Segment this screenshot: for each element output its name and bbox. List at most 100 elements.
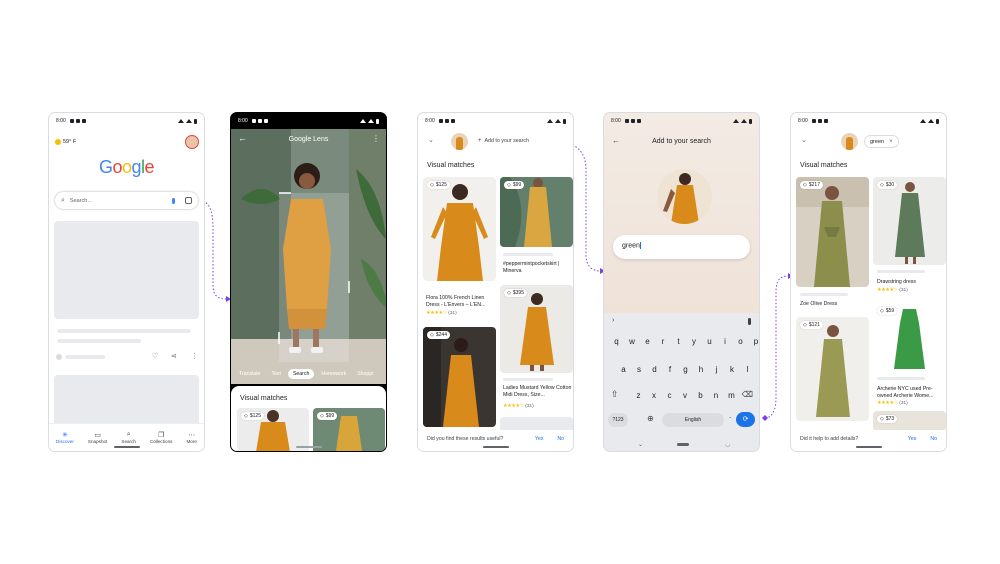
refinement-chip[interactable]: green ×	[864, 135, 899, 148]
key-w[interactable]: w	[626, 335, 639, 349]
nav-search[interactable]: ⌕ Search	[121, 431, 136, 444]
results-sheet[interactable]: Visual matches ◇ $125 ◇ $99	[231, 386, 386, 451]
query-thumbnail[interactable]	[841, 133, 858, 150]
tag-icon: ◇	[880, 182, 884, 188]
symbols-key[interactable]: ?123	[608, 413, 628, 427]
tab-homework[interactable]: Homework	[317, 369, 350, 379]
key-t[interactable]: t	[672, 335, 685, 349]
key-r[interactable]: r	[657, 335, 670, 349]
globe-icon[interactable]: ⊕	[647, 414, 654, 423]
result-caption[interactable]: Archerie NYC used Pre-owned Archerie Wom…	[877, 386, 946, 399]
result-caption[interactable]: Flora 100% French Linen Dress - L'Envers…	[426, 295, 496, 308]
lens-icon[interactable]	[185, 197, 192, 204]
chevron-down-icon[interactable]: ⌄	[428, 136, 434, 144]
search-key[interactable]: ⟳	[736, 412, 755, 427]
price-tag: ◇ $99	[317, 412, 338, 420]
close-icon[interactable]: ×	[889, 139, 893, 145]
mic-icon[interactable]	[172, 197, 175, 204]
add-details-input[interactable]: green	[613, 235, 750, 259]
nav-discover[interactable]: ✳ Discover	[56, 431, 74, 444]
feedback-no-button[interactable]: No	[557, 436, 564, 442]
nav-back-icon[interactable]: ⌄	[638, 441, 643, 448]
result-caption[interactable]: Ladies Mustard Yellow Cotton Midi Dress,…	[503, 385, 573, 398]
nav-snapshot[interactable]: ▭ Snapshot	[88, 431, 107, 444]
key-k[interactable]: k	[726, 363, 739, 377]
key-j[interactable]: j	[710, 363, 723, 377]
shift-key[interactable]: ⇧	[611, 389, 619, 400]
share-icon[interactable]: ⋖	[171, 352, 177, 360]
result-card-image[interactable]: ◇ $244	[423, 327, 496, 427]
chevron-right-icon[interactable]: ›	[612, 317, 614, 324]
search-icon: ⌕	[61, 196, 65, 204]
nav-label: Snapshot	[87, 439, 108, 444]
result-thumb[interactable]: ◇ $99	[313, 408, 385, 451]
period-key[interactable]: .	[729, 411, 731, 420]
nav-more[interactable]: ⋯ More	[186, 431, 196, 444]
key-x[interactable]: x	[648, 389, 661, 403]
key-p[interactable]: p	[750, 335, 760, 349]
key-c[interactable]: c	[663, 389, 676, 403]
feedback-yes-button[interactable]: Yes	[535, 436, 543, 442]
result-card-image[interactable]: ◇ $395	[500, 285, 573, 373]
key-d[interactable]: d	[648, 363, 661, 377]
more-vert-icon[interactable]: ⋮	[191, 352, 198, 360]
rating-stars: ★★★★☆	[503, 403, 524, 409]
keyboard: › qwertyuiop asdfghjkl zxcvbnm ⇧ ⌫ ?123 …	[604, 313, 759, 451]
result-card-image[interactable]: ◇ $121	[796, 317, 869, 421]
weather-widget[interactable]: 59° F	[55, 139, 76, 145]
key-b[interactable]: b	[694, 389, 707, 403]
price: $59	[885, 308, 895, 314]
backspace-key[interactable]: ⌫	[742, 390, 753, 399]
key-l[interactable]: l	[741, 363, 754, 377]
search-input[interactable]: Search...	[70, 198, 92, 204]
result-card-image[interactable]: ◇ $30	[873, 177, 946, 265]
result-card-image[interactable]: ◇ $217	[796, 177, 869, 287]
key-a[interactable]: a	[617, 363, 630, 377]
chevron-down-icon[interactable]: ⌄	[801, 136, 807, 144]
tab-shopping[interactable]: Shoppi	[353, 369, 377, 379]
key-i[interactable]: i	[719, 335, 732, 349]
signal-icon	[555, 119, 561, 123]
add-to-search-button[interactable]: + Add to your search	[478, 138, 529, 144]
key-o[interactable]: o	[734, 335, 747, 349]
key-y[interactable]: y	[688, 335, 701, 349]
key-z[interactable]: z	[632, 389, 645, 403]
result-caption[interactable]: #peppermintpocketskirt | Minerva	[503, 261, 573, 274]
avatar[interactable]	[185, 135, 199, 149]
key-q[interactable]: q	[610, 335, 623, 349]
key-u[interactable]: u	[703, 335, 716, 349]
heart-icon[interactable]: ♡	[152, 352, 158, 360]
result-card-image[interactable]: ◇ $99	[500, 177, 573, 247]
home-indicator	[482, 446, 509, 448]
key-s[interactable]: s	[633, 363, 646, 377]
key-e[interactable]: e	[641, 335, 654, 349]
feedback-no-button[interactable]: No	[930, 436, 937, 442]
more-vert-icon[interactable]: ⋮	[372, 134, 380, 143]
feedback-yes-button[interactable]: Yes	[908, 436, 916, 442]
result-caption[interactable]: Drawstring dress	[877, 279, 946, 286]
search-bar[interactable]: ⌕ Search...	[55, 192, 198, 209]
result-card-image[interactable]: ◇ $73	[873, 411, 946, 431]
add-label: Add to your search	[484, 138, 529, 144]
feed-card-line	[57, 329, 191, 333]
query-thumbnail[interactable]	[451, 133, 468, 150]
nav-collections[interactable]: ❐ Collections	[150, 431, 172, 444]
mic-icon[interactable]	[748, 318, 751, 325]
key-f[interactable]: f	[664, 363, 677, 377]
tab-translate[interactable]: Translate	[235, 369, 264, 379]
key-h[interactable]: h	[695, 363, 708, 377]
tab-search[interactable]: Search	[287, 369, 315, 379]
space-key[interactable]: English	[662, 413, 724, 427]
result-card-image[interactable]: ◇ $125	[423, 177, 496, 281]
result-card-image[interactable]: ◇ $59	[873, 303, 946, 371]
status-bar: 8:00	[791, 113, 946, 129]
key-g[interactable]: g	[679, 363, 692, 377]
nav-home-pill[interactable]	[677, 443, 689, 446]
tab-text[interactable]: Text	[267, 369, 285, 379]
result-caption[interactable]: Zoe Olive Dress	[800, 301, 870, 308]
emoji-icon[interactable]: ◡	[725, 441, 730, 448]
key-n[interactable]: n	[710, 389, 723, 403]
feed-card-image[interactable]	[54, 221, 199, 319]
key-v[interactable]: v	[679, 389, 692, 403]
key-m[interactable]: m	[725, 389, 738, 403]
